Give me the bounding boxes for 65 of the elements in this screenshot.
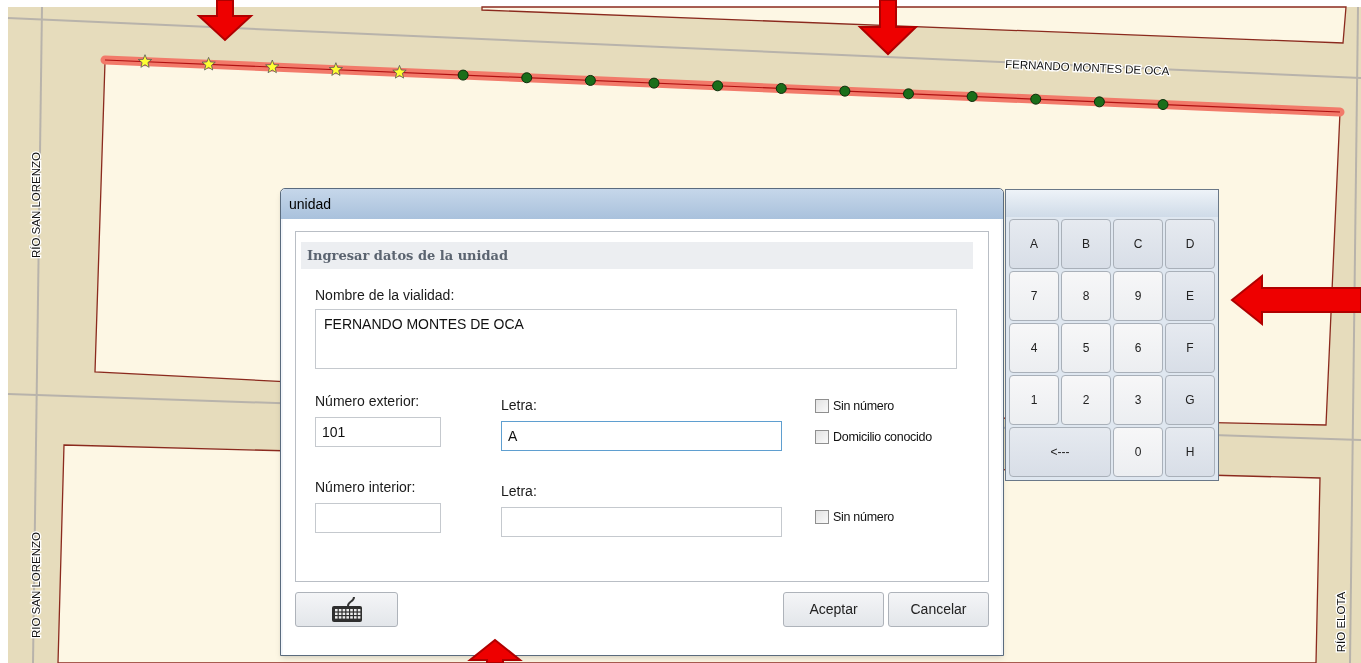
star-marker-icon (201, 57, 216, 71)
point-marker-icon (521, 72, 533, 84)
keypad-key[interactable]: 2 (1061, 375, 1111, 425)
keypad-key[interactable]: G (1165, 375, 1215, 425)
point-marker-icon (966, 91, 978, 102)
text-area-field[interactable]: FERNANDO MONTES DE OCA (315, 309, 957, 369)
keypad-key[interactable]: 3 (1113, 375, 1163, 425)
street-label: FERNANDO MONTES DE OCA (1004, 58, 1170, 78)
pointer-arrow (467, 638, 523, 663)
checkbox-label[interactable]: Domicilio conocido (833, 427, 932, 447)
keypad-key[interactable]: F (1165, 323, 1215, 373)
field-label: Letra: (501, 482, 538, 499)
keypad-key[interactable]: C (1113, 219, 1163, 269)
keypad-key[interactable]: 4 (1009, 323, 1059, 373)
star-marker-icon (265, 59, 280, 74)
point-marker-icon (903, 88, 914, 100)
keyboard-icon (329, 595, 364, 624)
keypad-key[interactable]: 6 (1113, 323, 1163, 373)
point-marker-icon (1157, 99, 1169, 111)
point-marker-icon (1093, 96, 1105, 108)
section-title: Ingresar datos de la unidad (307, 246, 509, 265)
star-marker-icon (392, 65, 407, 79)
street-label: RÍO ELOTA (1335, 591, 1347, 653)
keypad-key[interactable]: 9 (1113, 271, 1163, 321)
keypad-key[interactable]: <--- (1009, 427, 1111, 477)
pointer-arrow (857, 0, 919, 56)
keypad-key[interactable]: 7 (1009, 271, 1059, 321)
star-marker-icon (328, 62, 343, 76)
input-field[interactable] (501, 507, 782, 537)
keypad-key[interactable]: A (1009, 219, 1059, 269)
checkbox-label[interactable]: Sin número (833, 397, 894, 416)
checkbox[interactable] (815, 430, 829, 445)
checkbox-label[interactable]: Sin número (833, 508, 894, 527)
input-field[interactable]: A (501, 421, 782, 451)
point-marker-icon (584, 74, 596, 86)
street-label: RÍO SAN LORENZO (30, 151, 42, 259)
input-field[interactable] (315, 503, 441, 533)
keypad-key[interactable]: 1 (1009, 375, 1059, 425)
field-label: Número exterior: (315, 392, 421, 409)
point-marker-icon (775, 82, 787, 94)
checkbox[interactable] (815, 399, 829, 414)
point-marker-icon (648, 77, 660, 89)
pointer-arrow (196, 0, 254, 42)
point-marker-icon (457, 69, 469, 81)
keypad-key[interactable]: E (1165, 271, 1215, 321)
window-title: unidad (289, 194, 332, 214)
field-label: Nombre de la vialidad: (315, 286, 456, 303)
point-marker-icon (712, 80, 724, 92)
input-field[interactable]: 101 (315, 417, 441, 447)
keypad-key[interactable]: B (1061, 219, 1111, 269)
keyboard-button[interactable] (295, 592, 398, 627)
star-marker-icon (137, 54, 153, 68)
point-marker-icon (839, 85, 851, 97)
dialog-button[interactable]: Cancelar (888, 592, 989, 627)
point-marker-icon (1030, 93, 1042, 105)
keypad-key[interactable]: D (1165, 219, 1215, 269)
dialog-button[interactable]: Aceptar (783, 592, 884, 627)
field-label: Letra: (501, 396, 538, 413)
keypad-key[interactable]: 5 (1061, 323, 1111, 373)
street-label: RIO SAN LORENZO (30, 531, 42, 639)
field-label: Número interior: (315, 478, 417, 495)
keypad-key[interactable]: H (1165, 427, 1215, 477)
checkbox[interactable] (815, 510, 829, 525)
keypad-key[interactable]: 0 (1113, 427, 1163, 477)
keypad-key[interactable]: 8 (1061, 271, 1111, 321)
